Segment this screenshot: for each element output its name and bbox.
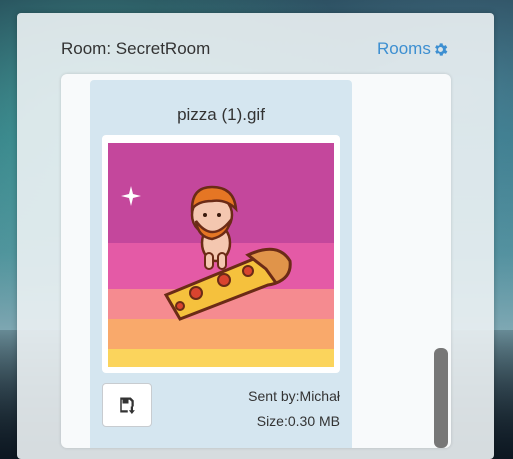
pizza-gif-illustration — [108, 143, 334, 367]
file-name: pizza (1).gif — [177, 105, 265, 124]
message-card: pizza (1).gif Sent by:Michał Size:0.30 M… — [90, 80, 352, 448]
scrollbar-track[interactable] — [432, 82, 448, 448]
gear-icon — [434, 42, 448, 56]
sent-by: Sent by:Michał — [248, 388, 340, 404]
floppy-download-icon — [120, 397, 135, 414]
rooms-link-label: Rooms — [377, 39, 431, 58]
file-size: Size:0.30 MB — [256, 413, 340, 429]
messages-area[interactable]: pizza (1).gif Sent by:Michał Size:0.30 M… — [61, 74, 451, 448]
chat-panel: Room: SecretRoom Rooms pizza (1).gif Sen… — [17, 13, 494, 459]
save-file-button[interactable] — [102, 383, 152, 427]
image-frame — [102, 135, 340, 373]
gif-image[interactable] — [108, 143, 334, 367]
rooms-link[interactable]: Rooms — [377, 39, 449, 59]
room-title: Room: SecretRoom — [61, 39, 211, 58]
scrollbar-thumb[interactable] — [434, 348, 448, 448]
